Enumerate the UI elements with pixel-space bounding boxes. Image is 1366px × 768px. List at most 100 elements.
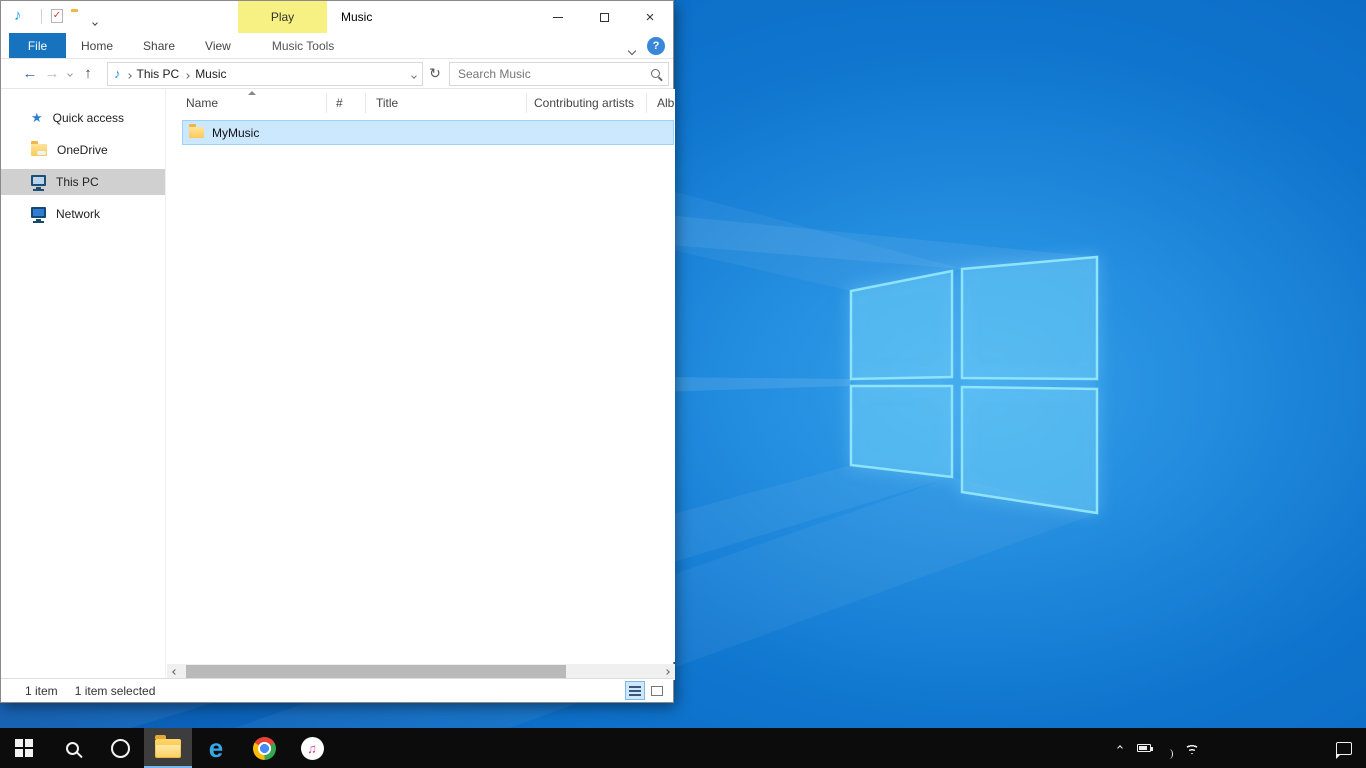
details-view-icon	[629, 686, 641, 696]
qat-dropdown-icon[interactable]	[93, 14, 97, 28]
search-box[interactable]	[449, 62, 669, 86]
help-button[interactable]: ?	[647, 37, 665, 55]
items-count-label: 1 item	[25, 684, 58, 698]
address-bar[interactable]: ♪ This PC Music	[107, 62, 423, 86]
breadcrumb-this-pc[interactable]: This PC	[137, 67, 180, 81]
sidebar-item-label: OneDrive	[57, 143, 108, 157]
sidebar-item-label: Quick access	[53, 111, 124, 125]
column-header-album[interactable]: Alb	[657, 96, 674, 110]
qat-separator	[41, 9, 42, 24]
chrome-taskbar-button[interactable]	[240, 728, 288, 768]
scrollbar-thumb[interactable]	[186, 665, 566, 679]
file-name-label: MyMusic	[212, 126, 259, 140]
hidden-icons-button[interactable]	[1108, 728, 1132, 768]
itunes-icon: ♫	[301, 737, 324, 760]
windows-logo-icon	[15, 739, 33, 757]
sort-ascending-icon	[248, 91, 256, 95]
folder-icon	[189, 127, 204, 138]
cortana-icon	[111, 739, 130, 758]
titlebar[interactable]: ♪ ✓ Play Music ×	[1, 1, 673, 33]
maximize-button[interactable]	[581, 1, 627, 33]
battery-icon	[1137, 744, 1151, 752]
tab-share[interactable]: Share	[128, 33, 190, 58]
search-icon[interactable]	[651, 69, 660, 78]
music-note-icon: ♪	[114, 66, 121, 81]
window-controls: ×	[535, 1, 673, 33]
action-center-button[interactable]	[1322, 742, 1366, 755]
sidebar-item-label: Network	[56, 207, 100, 221]
network-button[interactable]	[1180, 728, 1204, 768]
file-explorer-taskbar-button[interactable]	[144, 728, 192, 768]
column-separator[interactable]	[365, 93, 366, 113]
column-separator[interactable]	[326, 93, 327, 113]
sidebar-item-network[interactable]: Network	[1, 201, 165, 227]
forward-button[interactable]: →	[41, 63, 63, 85]
column-header-contributing-artists[interactable]: Contributing artists	[534, 96, 634, 110]
start-button[interactable]	[0, 728, 48, 768]
wifi-icon	[1183, 742, 1201, 755]
minimize-button[interactable]	[535, 1, 581, 33]
sidebar-item-label: This PC	[56, 175, 99, 189]
search-input[interactable]	[458, 67, 651, 81]
internet-explorer-taskbar-button[interactable]: e	[192, 728, 240, 768]
tab-view[interactable]: View	[190, 33, 246, 58]
file-row-mymusic[interactable]: MyMusic	[182, 120, 674, 145]
internet-explorer-icon: e	[209, 735, 223, 761]
large-icons-view-button[interactable]	[647, 681, 667, 700]
close-button[interactable]: ×	[627, 1, 673, 33]
properties-qat-icon[interactable]: ✓	[51, 9, 63, 23]
breadcrumb-chevron-icon[interactable]	[127, 67, 131, 81]
star-icon: ★	[31, 110, 43, 126]
column-header-row: Name # Title Contributing artists Alb	[167, 89, 675, 117]
music-app-icon: ♪	[14, 7, 22, 24]
expand-ribbon-icon[interactable]	[629, 43, 635, 57]
breadcrumb-chevron-icon[interactable]	[185, 67, 189, 81]
taskbar-search-button[interactable]	[48, 728, 96, 768]
column-header-name[interactable]: Name	[186, 96, 218, 110]
system-tray	[1108, 728, 1366, 768]
ribbon-tab-row: File Home Share View Music Tools ?	[1, 33, 673, 59]
details-view-button[interactable]	[625, 681, 645, 700]
file-explorer-window: ♪ ✓ Play Music × File Home Share View Mu…	[0, 0, 674, 703]
column-separator[interactable]	[526, 93, 527, 113]
volume-button[interactable]	[1156, 728, 1180, 768]
large-icons-view-icon	[651, 686, 663, 696]
file-explorer-icon	[155, 739, 181, 758]
selected-count-label: 1 item selected	[75, 684, 156, 698]
breadcrumb-music[interactable]: Music	[195, 67, 226, 81]
address-toolbar: ← → ↑ ♪ This PC Music ↻	[1, 59, 673, 89]
sidebar-item-this-pc[interactable]: This PC	[1, 169, 165, 195]
maximize-icon	[600, 13, 609, 22]
battery-button[interactable]	[1132, 728, 1156, 768]
column-header-title[interactable]: Title	[376, 96, 398, 110]
up-button[interactable]: ↑	[77, 63, 99, 85]
refresh-button[interactable]: ↻	[425, 63, 445, 85]
recent-locations-icon[interactable]	[63, 63, 77, 85]
navigation-pane: ★ Quick access OneDrive This PC Network	[1, 89, 166, 678]
minimize-icon	[553, 17, 563, 18]
status-bar: 1 item 1 item selected	[1, 678, 673, 702]
window-title: Music	[341, 1, 372, 33]
column-separator[interactable]	[646, 93, 647, 113]
address-dropdown-icon[interactable]	[412, 67, 416, 81]
file-list: Name # Title Contributing artists Alb My…	[167, 89, 675, 662]
itunes-taskbar-button[interactable]: ♫	[288, 728, 336, 768]
taskbar: e ♫	[0, 728, 1366, 768]
sidebar-item-onedrive[interactable]: OneDrive	[1, 137, 165, 163]
column-header-number[interactable]: #	[336, 96, 343, 110]
chrome-icon	[253, 737, 276, 760]
view-toggles	[625, 681, 667, 700]
computer-icon	[31, 175, 46, 186]
network-icon	[31, 207, 46, 218]
taskbar-spacer	[336, 728, 1108, 768]
sidebar-item-quick-access[interactable]: ★ Quick access	[1, 105, 165, 131]
cortana-button[interactable]	[96, 728, 144, 768]
search-icon	[66, 742, 79, 755]
action-center-icon	[1336, 742, 1352, 755]
contextual-group-music-tools: Music Tools	[258, 33, 348, 58]
back-button[interactable]: ←	[19, 63, 41, 85]
tab-play[interactable]: Play	[238, 1, 327, 33]
onedrive-icon	[31, 144, 47, 156]
tab-home[interactable]: Home	[66, 33, 128, 58]
tab-file[interactable]: File	[9, 33, 66, 58]
